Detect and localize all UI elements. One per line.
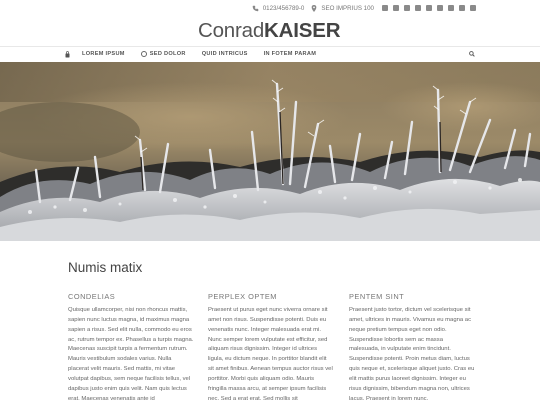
phone-icon <box>252 5 259 12</box>
main-content: Numis matix CONDELIAS Quisque ullamcorpe… <box>0 241 540 405</box>
address-text: SEO IMPRIUS 100 <box>321 4 374 12</box>
nav-item-sed-dolor[interactable]: SED DOLOR <box>140 51 186 57</box>
phone-number[interactable]: 0123/456789-0 <box>263 5 305 12</box>
logo-last-name: KAISER <box>264 19 341 42</box>
column-text: Quisque ullamcorper, nisi non rhoncus ma… <box>68 307 194 402</box>
pinterest-icon[interactable] <box>470 5 476 11</box>
top-contact-bar: 0123/456789-0 SEO IMPRIUS 100 <box>252 3 476 13</box>
google-plus-icon[interactable] <box>415 5 421 11</box>
linkedin-icon[interactable] <box>426 5 432 11</box>
nav-item-lorem-ipsum[interactable]: LOREM IPSUM <box>82 51 125 57</box>
frosted-plants-photo <box>0 62 540 241</box>
submenu-circle-icon <box>140 51 147 57</box>
nav-item-label: SED DOLOR <box>149 51 186 57</box>
page-title: Numis matix <box>68 260 143 275</box>
logo-first-name: Conrad <box>198 19 265 42</box>
content-column-1: CONDELIAS Quisque ullamcorper, nisi non … <box>68 292 194 404</box>
nav-item-quid-intricus[interactable]: QUID INTRICUS <box>202 51 248 57</box>
xing-icon[interactable] <box>437 5 443 11</box>
map-marker-icon <box>310 4 317 12</box>
main-navigation: LOREM IPSUM SED DOLOR QUID INTRICUS IN F… <box>0 46 540 62</box>
home-icon[interactable] <box>64 50 70 58</box>
content-column-3: PENTEM SINT Praesent justo tortor, dictu… <box>349 292 475 404</box>
nav-item-in-fotem-param[interactable]: IN FOTEM PARAM <box>264 51 317 57</box>
facebook-icon[interactable] <box>393 5 399 11</box>
hero-image <box>0 62 540 241</box>
social-links <box>382 5 476 11</box>
search-icon[interactable] <box>468 50 476 58</box>
mail-icon[interactable] <box>382 5 388 11</box>
column-heading: PENTEM SINT <box>349 292 405 301</box>
column-heading: CONDELIAS <box>68 292 116 301</box>
content-column-2: PERPLEX OPTEM Praesent ut purus eget nun… <box>208 292 334 404</box>
column-heading: PERPLEX OPTEM <box>208 292 277 301</box>
youtube-icon[interactable] <box>459 5 465 11</box>
twitter-icon[interactable] <box>404 5 410 11</box>
column-text: Praesent ut purus eget nunc viverra orna… <box>208 307 333 402</box>
column-text: Praesent justo tortor, dictum vel sceler… <box>349 307 475 402</box>
site-logo[interactable]: ConradKAISER <box>198 19 341 43</box>
instagram-icon[interactable] <box>448 5 454 11</box>
